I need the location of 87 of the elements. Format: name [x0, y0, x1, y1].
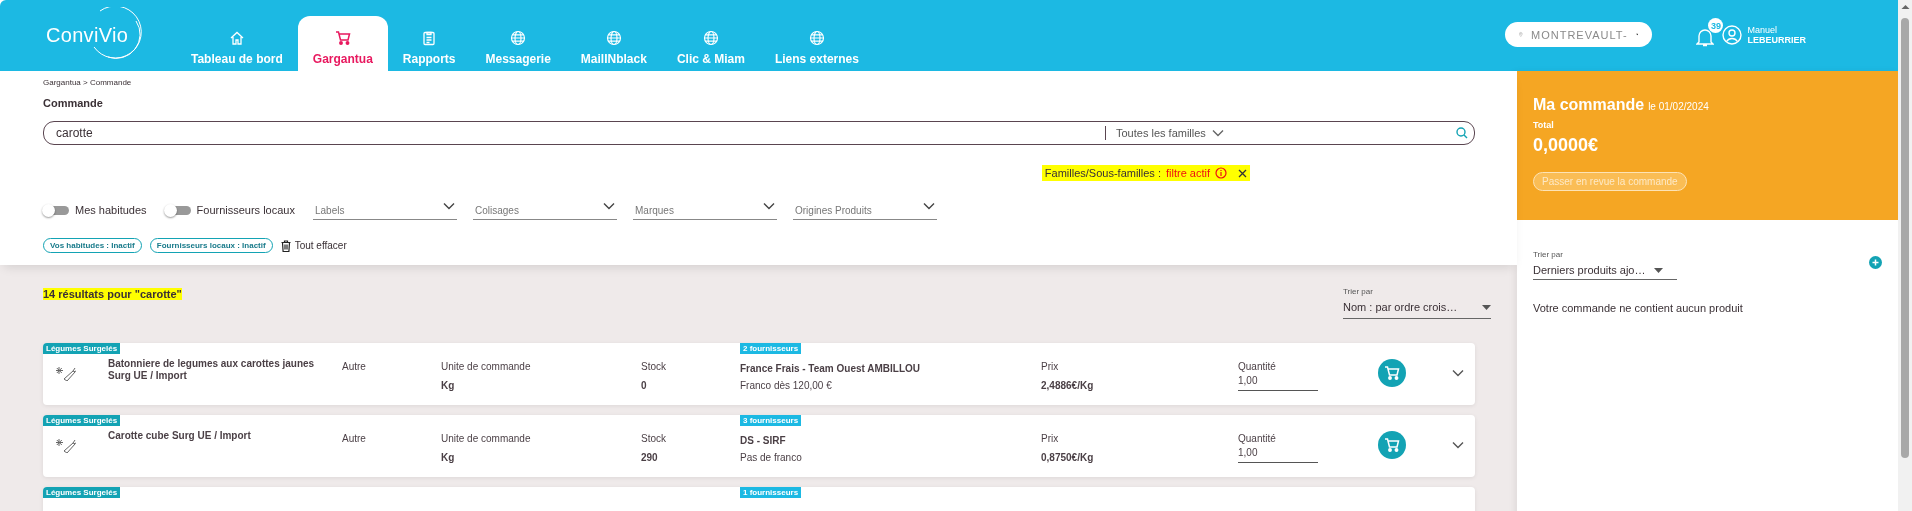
product-name: Carotte cube Surg UE / Import [108, 429, 252, 442]
franco-text: Pas de franco [740, 452, 803, 463]
filter-status: filtre actif [1166, 167, 1210, 179]
price-label: Prix [1041, 361, 1060, 374]
order-date: le 01/02/2024 [1648, 101, 1709, 112]
user-last-name: LEBEURRIER [1747, 35, 1806, 45]
filter-dropdown[interactable]: Labels [313, 194, 457, 220]
origin-text: Autre [342, 361, 367, 374]
product-name: Batonniere de legumes aux carottes jaunes Surg UE / Import [108, 357, 316, 382]
category-tag: Légumes Surgelés [43, 343, 121, 354]
globe-icon [605, 30, 622, 46]
caret-icon [1653, 267, 1663, 273]
empty-order-message: Votre commande ne contient aucun produit [1533, 302, 1744, 314]
search-field[interactable]: carotte Toutes les familles [43, 121, 1475, 145]
chevron-down-icon [1452, 440, 1464, 449]
quantity-label: Quantité [1238, 433, 1277, 446]
filter-dropdown[interactable]: Marques [633, 194, 777, 220]
toggle-switch[interactable] [164, 205, 191, 215]
franco-text: Franco dès 120,00 € [740, 380, 833, 391]
sort-label: Trier par [1533, 250, 1564, 259]
category-tag: Légumes Surgelés [43, 415, 121, 426]
toggle-label: Fournisseurs locaux [196, 204, 295, 216]
nav-tab[interactable]: Gargantua [297, 16, 388, 71]
globe-icon [808, 30, 825, 46]
unit-value: Kg [441, 380, 456, 391]
order-title: Ma commande [1533, 96, 1645, 114]
toggle-label: Mes habitudes [75, 204, 147, 216]
home-icon [228, 30, 245, 46]
notification-badge: 39 [1708, 18, 1724, 33]
sort-dropdown[interactable]: Nom : par ordre crois… [1343, 296, 1491, 319]
quantity-field[interactable]: 1,00 [1238, 446, 1318, 463]
quantity-label: Quantité [1238, 361, 1277, 374]
stock-value: 0 [641, 380, 648, 391]
clipboard-icon [421, 30, 438, 46]
chevron-down-icon [763, 202, 775, 210]
cart-icon [334, 30, 351, 46]
add-icon[interactable] [1869, 256, 1882, 269]
unit-label: Unite de commande [441, 361, 532, 374]
add-to-cart-button[interactable] [1378, 431, 1406, 459]
scrollbar-thumb[interactable] [1901, 18, 1909, 458]
price-value: 0,8750€/Kg [1041, 452, 1095, 463]
clear-all-link[interactable]: Tout effacer [280, 239, 347, 252]
supplier-name: France Frais - Team Ouest AMBILLOU [740, 363, 922, 374]
cart-icon [1384, 365, 1400, 381]
trash-icon [280, 239, 291, 252]
quantity-field[interactable]: 1,00 [1238, 374, 1318, 391]
caret-icon [1482, 304, 1491, 310]
family-dropdown[interactable]: Toutes les familles [1116, 127, 1456, 139]
bell-icon[interactable] [1696, 27, 1715, 47]
location-selector[interactable]: MONTREVAULT- [1505, 22, 1653, 47]
origin-text: Autre [342, 433, 367, 446]
results-count: 14 résultats pour "carotte" [43, 288, 182, 300]
user-icon[interactable] [1722, 25, 1743, 45]
toggle-switch[interactable] [43, 205, 69, 215]
price-value: 2,4886€/Kg [1041, 380, 1095, 391]
chevron-down-icon [603, 202, 615, 210]
filter-dropdown[interactable]: Colisages [473, 194, 617, 220]
total-label: Total [1533, 120, 1554, 130]
filter-notice-label: Familles/Sous-familles : [1044, 167, 1161, 179]
page-title: Commande [43, 97, 103, 109]
search-icon[interactable] [1456, 127, 1468, 139]
info-icon [1215, 167, 1227, 179]
frozen-carrot-icon [55, 437, 77, 453]
unit-label: Unite de commande [441, 433, 532, 446]
sort-dropdown[interactable]: Derniers produits ajo… [1533, 259, 1677, 280]
category-tag: Légumes Surgelés [43, 487, 121, 498]
chevron-down-icon [443, 202, 455, 210]
chevron-down-icon [1211, 129, 1224, 137]
breadcrumb: Gargantua > Commande [43, 77, 132, 87]
stock-value: 290 [641, 452, 659, 463]
globe-icon [510, 30, 527, 46]
sort-label: Trier par [1343, 287, 1374, 296]
close-icon[interactable] [1238, 168, 1247, 178]
total-amount: 0,0000€ [1533, 135, 1600, 156]
user-first-name: Manuel [1747, 25, 1777, 35]
filter-dropdown[interactable]: Origines Produits [793, 194, 937, 220]
globe-icon [702, 30, 719, 46]
chevron-down-icon [923, 202, 935, 210]
chevron-down-icon [1452, 368, 1464, 377]
stock-label: Stock [641, 361, 667, 374]
frozen-carrot-icon [55, 365, 77, 381]
unit-value: Kg [441, 452, 456, 463]
price-label: Prix [1041, 433, 1060, 446]
supplier-name: DS - SIRF [740, 435, 787, 446]
cart-icon [1384, 437, 1400, 453]
add-to-cart-button[interactable] [1378, 359, 1406, 387]
stock-label: Stock [641, 433, 667, 446]
